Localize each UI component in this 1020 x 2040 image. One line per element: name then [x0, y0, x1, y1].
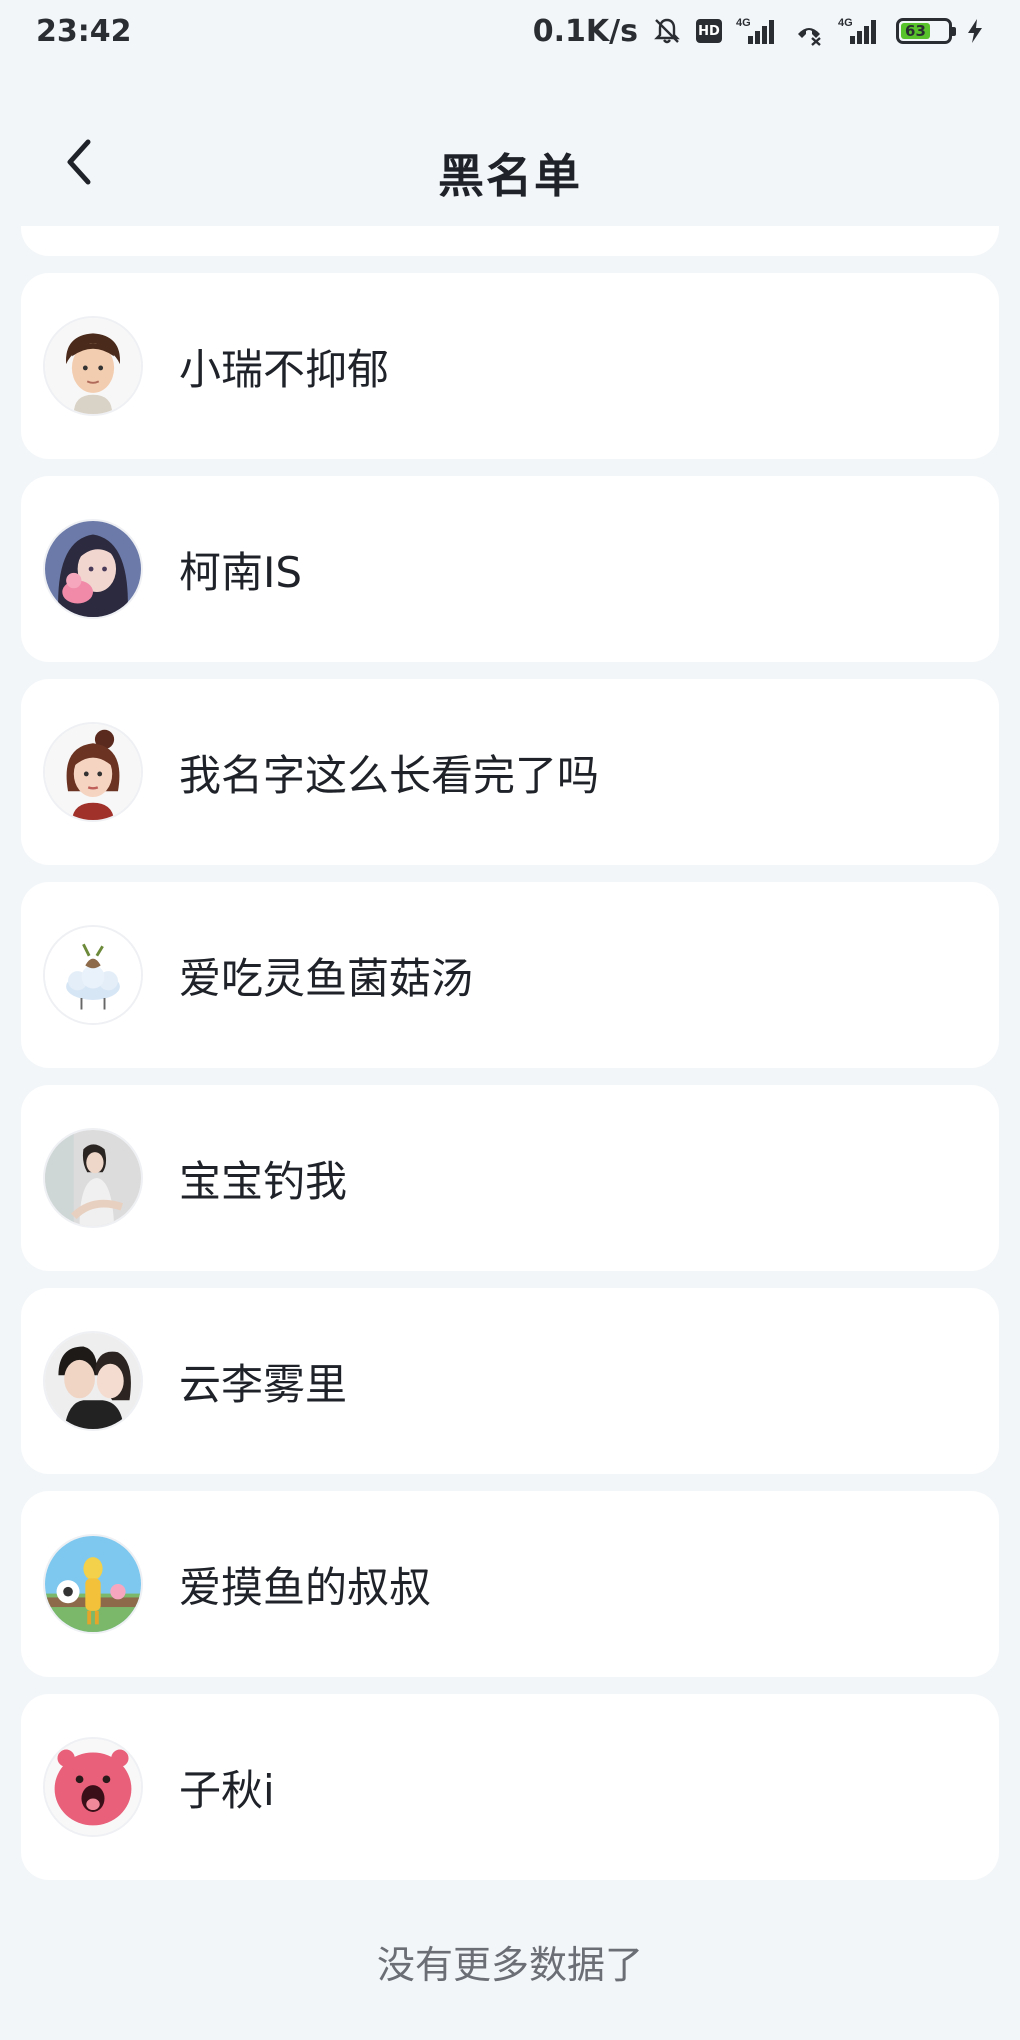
user-name: 柯南IS — [179, 547, 303, 597]
signal-1-label: 4G — [736, 17, 751, 29]
user-name: 云李雾里 — [179, 1359, 348, 1409]
couple-photo-avatar[interactable] — [43, 1331, 143, 1431]
status-bar: 23:42 0.1K/s HD 4G 4G 63 — [0, 0, 1020, 62]
user-name: 我名字这么长看完了吗 — [179, 750, 600, 800]
cloud-creature-avatar[interactable] — [43, 925, 143, 1025]
nav-bar: 黑名单 — [0, 110, 1020, 230]
blacklist-item[interactable]: 小瑞不抑郁 — [21, 273, 999, 459]
user-name: 宝宝钓我 — [179, 1156, 348, 1206]
blacklist-item[interactable]: 柯南IS — [21, 476, 999, 662]
anime-girl-avatar[interactable] — [43, 519, 143, 619]
hd-icon: HD — [696, 19, 722, 43]
photo-girl-avatar[interactable] — [43, 1128, 143, 1228]
page-title: 黑名单 — [438, 149, 582, 203]
battery-level: 63 — [901, 22, 930, 40]
user-name: 子秋i — [179, 1765, 275, 1815]
blacklist-item[interactable]: 我名字这么长看完了吗 — [21, 679, 999, 865]
user-name: 小瑞不抑郁 — [179, 344, 390, 394]
cartoon-figure-avatar[interactable] — [43, 1534, 143, 1634]
blacklist-item[interactable]: 子秋i — [21, 1694, 999, 1880]
signal-strength-icon: 4G — [736, 16, 780, 46]
boy-character-avatar[interactable] — [43, 316, 143, 416]
no-more-data-text: 没有更多数据了 — [376, 1943, 643, 1987]
partial-list-item — [21, 226, 999, 256]
missed-call-icon — [794, 16, 824, 46]
battery-icon: 63 — [896, 18, 956, 44]
status-time: 23:42 — [36, 13, 132, 49]
blacklist-item[interactable]: 云李雾里 — [21, 1288, 999, 1474]
user-name: 爱吃灵鱼菌菇汤 — [179, 953, 474, 1003]
user-name: 爱摸鱼的叔叔 — [179, 1562, 432, 1612]
status-icons: 0.1K/s HD 4G 4G 63 — [533, 14, 984, 49]
blacklist-item[interactable]: 爱吃灵鱼菌菇汤 — [21, 882, 999, 1068]
girl-character-avatar[interactable] — [43, 722, 143, 822]
signal-2-label: 4G — [838, 17, 853, 29]
blacklist-item[interactable]: 宝宝钓我 — [21, 1085, 999, 1271]
charging-bolt-icon — [966, 17, 984, 45]
blacklist-item[interactable]: 爱摸鱼的叔叔 — [21, 1491, 999, 1677]
signal-strength-icon-2: 4G — [838, 16, 882, 46]
pink-creature-avatar[interactable] — [43, 1737, 143, 1837]
network-speed: 0.1K/s — [532, 13, 638, 49]
mute-bell-icon — [652, 16, 682, 46]
